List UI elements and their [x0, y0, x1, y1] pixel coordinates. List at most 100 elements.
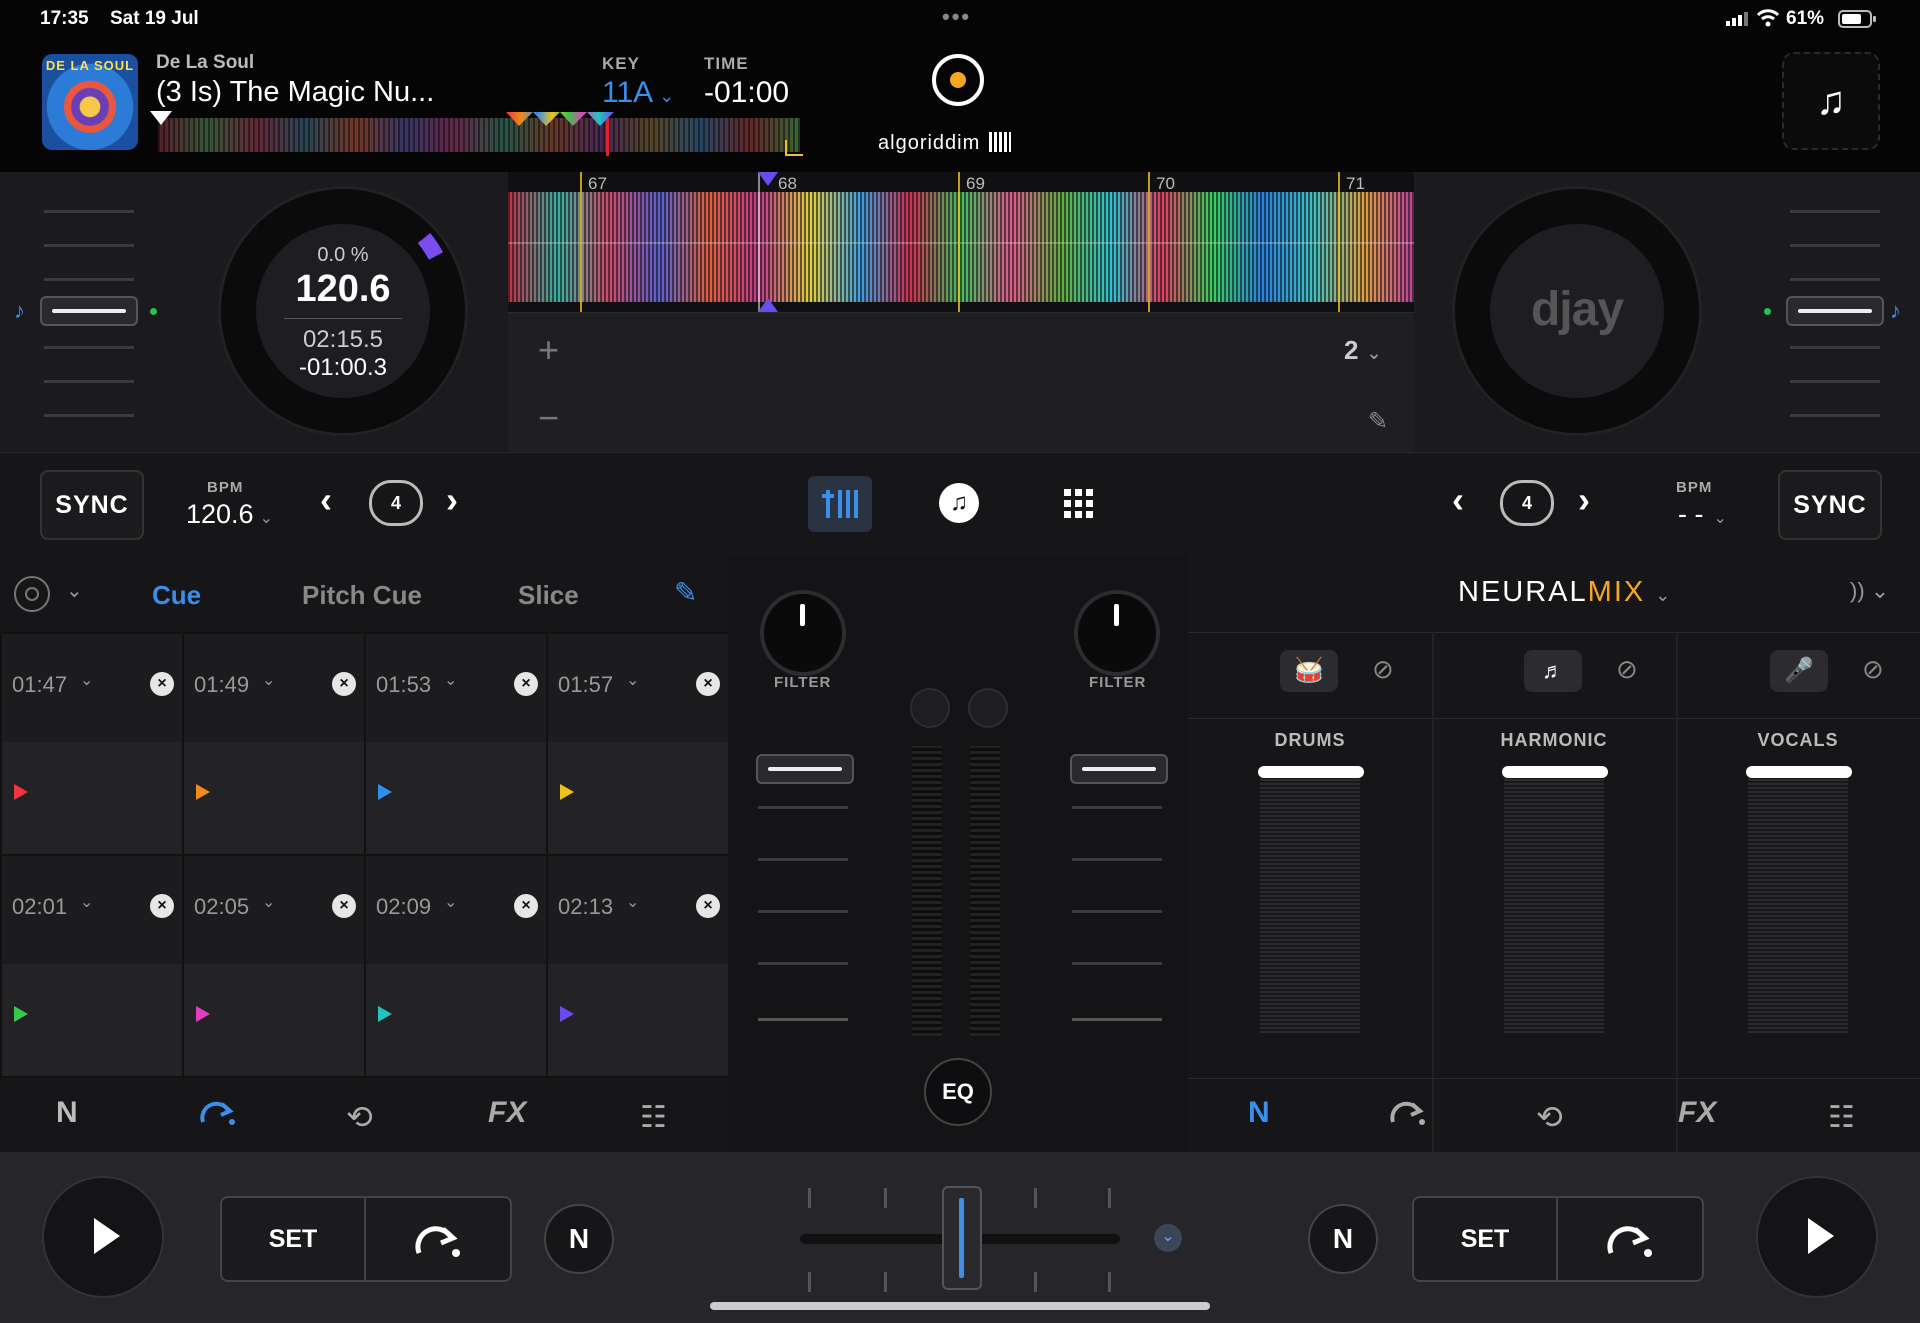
cue-pad-trigger[interactable] — [366, 742, 546, 854]
auto-loop-button-left[interactable]: 4 — [369, 480, 423, 526]
gain-knob-right[interactable] — [968, 688, 1008, 728]
cue-pad-time[interactable]: 02:05 — [194, 894, 249, 920]
chevron-down-icon[interactable]: ⌄ — [444, 892, 457, 912]
grid-view-icon[interactable] — [1064, 489, 1094, 519]
cue-arrow-icon-right[interactable] — [1390, 1100, 1426, 1126]
chevron-down-icon[interactable]: ⌄ — [626, 670, 639, 690]
harmonic-fader[interactable] — [1504, 778, 1604, 1033]
sync-button-left[interactable]: SYNC — [40, 470, 144, 540]
cue-play-button-right[interactable] — [1558, 1198, 1702, 1280]
channel-fader-left[interactable] — [756, 754, 854, 1034]
tab-slice[interactable]: Slice — [518, 580, 579, 611]
main-waveform[interactable]: 67 68 69 70 71 — [508, 172, 1414, 312]
fx-tab-icon-left[interactable]: FX — [488, 1096, 526, 1130]
cue-pad-time[interactable]: 01:47 — [12, 672, 67, 698]
pitch-handle-right[interactable] — [1786, 296, 1884, 326]
pitch-slider-right[interactable] — [1786, 172, 1886, 452]
mute-drums-icon[interactable]: ⊘ — [1372, 654, 1394, 685]
chevron-down-icon[interactable]: ⌄ — [444, 670, 457, 690]
mute-harmonic-icon[interactable]: ⊘ — [1616, 654, 1638, 685]
drums-fader-handle[interactable] — [1258, 766, 1364, 778]
cue-pad-trigger[interactable] — [184, 742, 364, 854]
set-button-right[interactable]: SET — [1414, 1198, 1558, 1280]
fx-tab-icon-right[interactable]: FX — [1678, 1096, 1716, 1130]
chevron-down-icon[interactable]: ⌄ — [80, 892, 93, 912]
eq-button[interactable]: EQ — [924, 1058, 992, 1126]
delete-cue-icon[interactable]: × — [696, 894, 720, 918]
delete-cue-icon[interactable]: × — [514, 672, 538, 696]
crossfader-options-icon[interactable]: ⌄ — [1154, 1224, 1182, 1252]
delete-cue-icon[interactable]: × — [696, 672, 720, 696]
platter-right[interactable]: djay — [1452, 186, 1702, 436]
mixer-tab-icon-right[interactable]: ☷ — [1828, 1100, 1855, 1135]
loop-halve-button-right[interactable]: ‹ — [1452, 479, 1464, 521]
music-note-button[interactable]: ♫ — [939, 483, 979, 523]
cue-pad-time[interactable]: 01:49 — [194, 672, 249, 698]
neural-n-button-right[interactable]: N — [1308, 1204, 1378, 1274]
cue-pad[interactable]: 01:53 ⌄ × — [364, 632, 548, 856]
harmonic-icon[interactable]: ♬ — [1524, 650, 1582, 692]
loop-double-button[interactable]: › — [446, 479, 458, 521]
edit-pencil-icon[interactable]: ✎ — [674, 576, 697, 609]
cue-pad[interactable]: 02:13 ⌄ × — [546, 854, 730, 1078]
cue-pad-time[interactable]: 02:13 — [558, 894, 613, 920]
neural-n-button-left[interactable]: N — [544, 1204, 614, 1274]
time-remaining[interactable]: -01:00 — [704, 76, 789, 110]
tab-pitch-cue[interactable]: Pitch Cue — [302, 580, 422, 611]
cue-play-button-left[interactable] — [366, 1198, 510, 1280]
chevron-down-icon[interactable]: ⌄ — [80, 670, 93, 690]
cue-pad-trigger[interactable] — [2, 964, 182, 1076]
sync-button-right[interactable]: SYNC — [1778, 470, 1882, 540]
bpm-selector-left[interactable]: 120.6 ⌄ — [186, 499, 273, 530]
cue-pad[interactable]: 02:01 ⌄ × — [0, 854, 184, 1078]
zoom-out-button[interactable]: − — [538, 397, 559, 439]
delete-cue-icon[interactable]: × — [332, 894, 356, 918]
chevron-down-icon[interactable]: ⌄ — [262, 670, 275, 690]
cue-pad-time[interactable]: 02:09 — [376, 894, 431, 920]
filter-knob-left[interactable] — [760, 590, 846, 676]
music-library-icon[interactable]: ♫ — [1782, 52, 1880, 150]
mixer-tab-icon-left[interactable]: ☷ — [640, 1100, 667, 1135]
chevron-down-icon[interactable]: ⌄ — [626, 892, 639, 912]
harmonic-fader-handle[interactable] — [1502, 766, 1608, 778]
drums-icon[interactable]: 🥁 — [1280, 650, 1338, 692]
loop-double-button-right[interactable]: › — [1578, 479, 1590, 521]
cue-pad[interactable]: 02:05 ⌄ × — [182, 854, 366, 1078]
bpm-selector-right[interactable]: - - ⌄ — [1678, 499, 1727, 530]
cue-pad-time[interactable]: 01:57 — [558, 672, 613, 698]
tab-cue[interactable]: Cue — [152, 580, 201, 611]
cue-arrow-icon-left[interactable] — [200, 1100, 236, 1126]
channel-fader-right[interactable] — [1070, 754, 1168, 1034]
keylock-icon-right[interactable]: ♪ — [1890, 298, 1901, 324]
vocals-microphone-icon[interactable]: 🎤 — [1770, 650, 1828, 692]
chevron-down-icon[interactable]: ⌄ — [262, 892, 275, 912]
cue-pad-trigger[interactable] — [366, 964, 546, 1076]
keylock-icon-left[interactable]: ♪ — [14, 298, 25, 324]
cue-pad-trigger[interactable] — [548, 742, 728, 854]
channel-fader-left-handle[interactable] — [756, 754, 854, 784]
mixer-view-button[interactable] — [808, 476, 872, 532]
filter-knob-right[interactable] — [1074, 590, 1160, 676]
vocals-fader-handle[interactable] — [1746, 766, 1852, 778]
auto-loop-button-right[interactable]: 4 — [1500, 480, 1554, 526]
delete-cue-icon[interactable]: × — [332, 672, 356, 696]
zoom-in-button[interactable]: + — [538, 329, 559, 371]
neural-mix-tab-icon-right[interactable]: N — [1248, 1096, 1270, 1130]
neural-mix-tab-icon-left[interactable]: N — [56, 1096, 78, 1130]
cue-pad[interactable]: 01:57 ⌄ × — [546, 632, 730, 856]
cue-pad[interactable]: 01:49 ⌄ × — [182, 632, 366, 856]
more-dots-icon[interactable]: ••• — [942, 4, 971, 30]
neural-mix-title[interactable]: NEURALMIX ⌄ — [1458, 576, 1672, 609]
vocals-fader[interactable] — [1748, 778, 1848, 1033]
drums-fader[interactable] — [1260, 778, 1360, 1033]
cue-pad[interactable]: 01:47 ⌄ × — [0, 632, 184, 856]
cue-pad-trigger[interactable] — [548, 964, 728, 1076]
pitch-slider-left[interactable] — [40, 172, 140, 452]
play-button-right[interactable] — [1756, 1176, 1878, 1298]
loop-count-selector[interactable]: 2 ⌄ — [1344, 335, 1382, 366]
pitch-handle-left[interactable] — [40, 296, 138, 326]
track-overview-waveform[interactable] — [158, 118, 800, 152]
track-title[interactable]: (3 Is) The Magic Nu... — [156, 76, 434, 109]
pencil-icon[interactable]: ✎ — [1368, 407, 1388, 436]
cue-pad[interactable]: 02:09 ⌄ × — [364, 854, 548, 1078]
